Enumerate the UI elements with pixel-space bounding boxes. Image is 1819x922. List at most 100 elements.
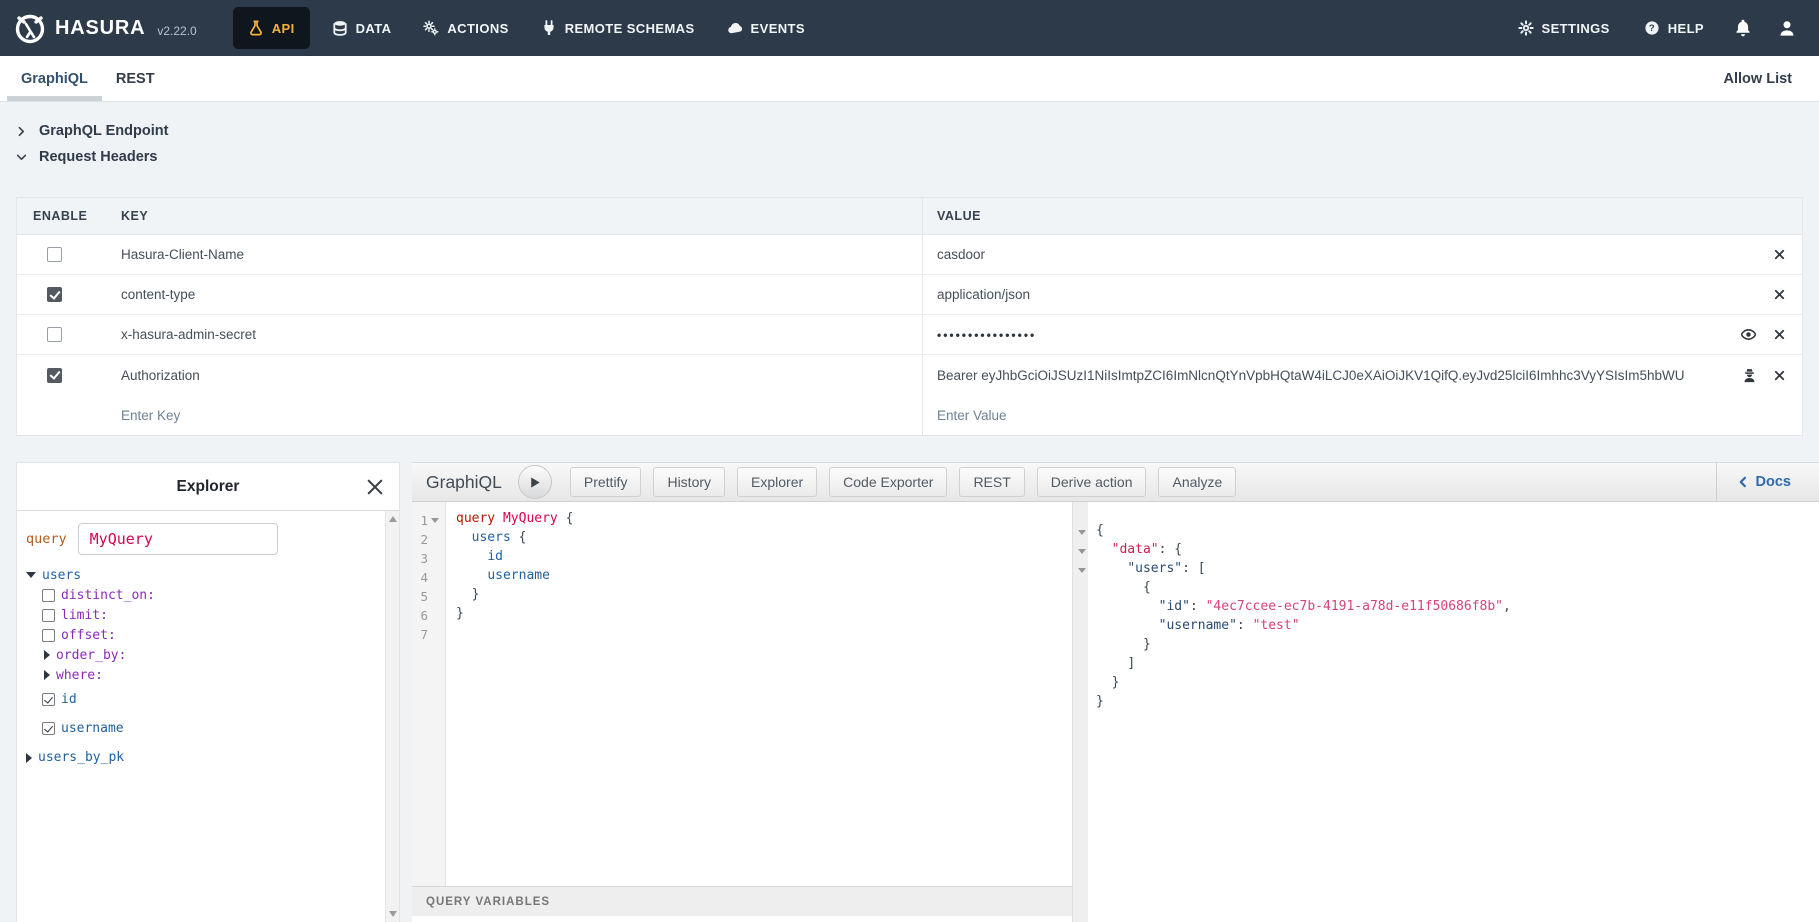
prettify-button[interactable]: Prettify: [570, 467, 642, 497]
tree-item-limit-[interactable]: limit:: [42, 605, 375, 625]
code-line: "data": {: [1096, 542, 1819, 561]
tree-item-username[interactable]: username: [42, 714, 375, 743]
code-line: "username": "test": [1096, 618, 1819, 637]
header-value-input[interactable]: Bearer eyJhbGciOiJSUzI1NiIsImtpZCI6ImNlc…: [937, 368, 1730, 383]
brand-text: HASURA: [55, 17, 145, 40]
query-variables-label: QUERY VARIABLES: [426, 896, 550, 908]
tree-item-id[interactable]: id: [42, 685, 375, 714]
header-value-input[interactable]: application/json: [937, 287, 1761, 302]
new-header-value-input[interactable]: Enter Value: [937, 408, 1007, 423]
operation-row: query: [26, 523, 375, 555]
jwt-decode-icon[interactable]: [1742, 368, 1757, 383]
tab-rest[interactable]: REST: [102, 56, 169, 101]
code-line: }: [456, 587, 1072, 606]
tree-checkbox[interactable]: [42, 629, 55, 642]
nav-item-events[interactable]: EVENTS: [711, 0, 821, 56]
new-header-key-input[interactable]: Enter Key: [105, 408, 922, 423]
history-button[interactable]: History: [653, 467, 725, 497]
tree-label: users_by_pk: [38, 750, 124, 765]
user-menu-button[interactable]: [1765, 0, 1809, 56]
header-key-input[interactable]: Hasura-Client-Name: [105, 247, 922, 262]
close-icon[interactable]: [1773, 248, 1786, 261]
code-exporter-button[interactable]: Code Exporter: [829, 467, 947, 497]
allow-list-link[interactable]: Allow List: [1724, 56, 1792, 101]
tree-item-distinct-on-[interactable]: distinct_on:: [42, 585, 375, 605]
tree-item-users[interactable]: users: [26, 565, 375, 585]
tree-item-order-by-[interactable]: order_by:: [42, 645, 375, 665]
hasura-logo-icon[interactable]: [13, 11, 47, 45]
response-json: { "data": { "users": [ { "id": "4ec7ccee…: [1088, 502, 1819, 922]
close-icon[interactable]: [1773, 328, 1786, 341]
fold-arrow-icon[interactable]: [1078, 549, 1086, 554]
explorer-scrollbar[interactable]: [385, 511, 399, 922]
derive-action-button[interactable]: Derive action: [1037, 467, 1147, 497]
explorer-title: Explorer: [177, 478, 240, 496]
tree-checkbox[interactable]: [42, 609, 55, 622]
nav-right: SETTINGS? HELP: [1501, 0, 1810, 56]
svg-text:?: ?: [1649, 23, 1655, 34]
line-number: 1: [412, 513, 428, 528]
header-value-input[interactable]: ••••••••••••••••: [937, 328, 1728, 342]
scroll-down-icon[interactable]: [389, 911, 397, 917]
docs-toggle-button[interactable]: Docs: [1716, 463, 1819, 501]
header-row-hasura-client-name: Hasura-Client-Name casdoor: [17, 235, 1802, 275]
tree-checkbox[interactable]: [42, 693, 55, 706]
main-nav: APIDATAACTIONSREMOTE SCHEMASEVENTS: [227, 0, 821, 56]
expand-arrow-icon[interactable]: [44, 650, 50, 660]
header-enable-checkbox[interactable]: [47, 327, 62, 342]
eye-icon[interactable]: [1740, 326, 1757, 343]
header-enable-checkbox[interactable]: [47, 287, 62, 302]
execute-button[interactable]: [518, 465, 552, 499]
query-variables-bar[interactable]: QUERY VARIABLES: [412, 886, 1072, 916]
gear-icon: [1518, 20, 1534, 36]
operation-name-input[interactable]: [78, 523, 278, 555]
rest-button[interactable]: REST: [959, 467, 1024, 497]
nav-item-api[interactable]: API: [233, 7, 310, 49]
nav-item-settings[interactable]: SETTINGS: [1501, 0, 1627, 56]
header-enable-checkbox[interactable]: [47, 368, 62, 383]
close-icon[interactable]: [1773, 369, 1786, 382]
section-toggle-graphql-endpoint[interactable]: GraphQL Endpoint: [16, 118, 168, 144]
nav-item-remote-schemas[interactable]: REMOTE SCHEMAS: [525, 0, 711, 56]
section-toggle-request-headers[interactable]: Request Headers: [16, 144, 168, 170]
explorer-close-icon[interactable]: [365, 477, 385, 497]
expand-arrow-icon[interactable]: [26, 753, 32, 763]
nav-item-label: HELP: [1668, 21, 1704, 36]
analyze-button[interactable]: Analyze: [1158, 467, 1236, 497]
header-key-input[interactable]: x-hasura-admin-secret: [105, 327, 922, 342]
chevron-down-icon: [16, 152, 27, 163]
query-editor-code[interactable]: 1234567 query MyQuery { users { id usern…: [412, 502, 1072, 886]
tree-checkbox[interactable]: [42, 722, 55, 735]
nav-item-actions[interactable]: ACTIONS: [407, 0, 524, 56]
expand-arrow-icon[interactable]: [44, 670, 50, 680]
header-enable-checkbox[interactable]: [47, 247, 62, 262]
tree-checkbox[interactable]: [42, 589, 55, 602]
tree-item-users-by-pk[interactable]: users_by_pk: [26, 743, 375, 772]
nav-item-help[interactable]: ? HELP: [1627, 0, 1721, 56]
tree-item-where-[interactable]: where:: [42, 665, 375, 685]
nav-item-data[interactable]: DATA: [316, 0, 408, 56]
tabbar: GraphiQLREST Allow List: [0, 56, 1819, 102]
play-icon: [527, 475, 542, 490]
chevron-left-icon: [1737, 476, 1749, 488]
query-variables-editor[interactable]: [412, 916, 1072, 922]
fold-arrow-icon[interactable]: [1078, 568, 1086, 573]
header-value-input[interactable]: casdoor: [937, 247, 1761, 262]
tree-item-offset-[interactable]: offset:: [42, 625, 375, 645]
code-line: id: [456, 549, 1072, 568]
notifications-button[interactable]: [1721, 0, 1765, 56]
header-key-input[interactable]: Authorization: [105, 368, 922, 383]
tab-graphiql[interactable]: GraphiQL: [7, 56, 102, 101]
explorer-panel: Explorer query usersdistinct_on:limit:off…: [16, 462, 400, 922]
close-icon[interactable]: [1773, 288, 1786, 301]
explorer-button[interactable]: Explorer: [737, 467, 817, 497]
header-row-authorization: Authorization Bearer eyJhbGciOiJSUzI1NiIs…: [17, 355, 1802, 395]
collapse-arrow-icon[interactable]: [26, 572, 36, 578]
scroll-up-icon[interactable]: [389, 516, 397, 522]
nav-item-label: SETTINGS: [1542, 21, 1610, 36]
header-row-content-type: content-type application/json: [17, 275, 1802, 315]
gears-icon: [423, 20, 439, 36]
fold-arrow-icon[interactable]: [1078, 530, 1086, 535]
header-key-input[interactable]: content-type: [105, 287, 922, 302]
fold-arrow-icon[interactable]: [431, 518, 439, 523]
